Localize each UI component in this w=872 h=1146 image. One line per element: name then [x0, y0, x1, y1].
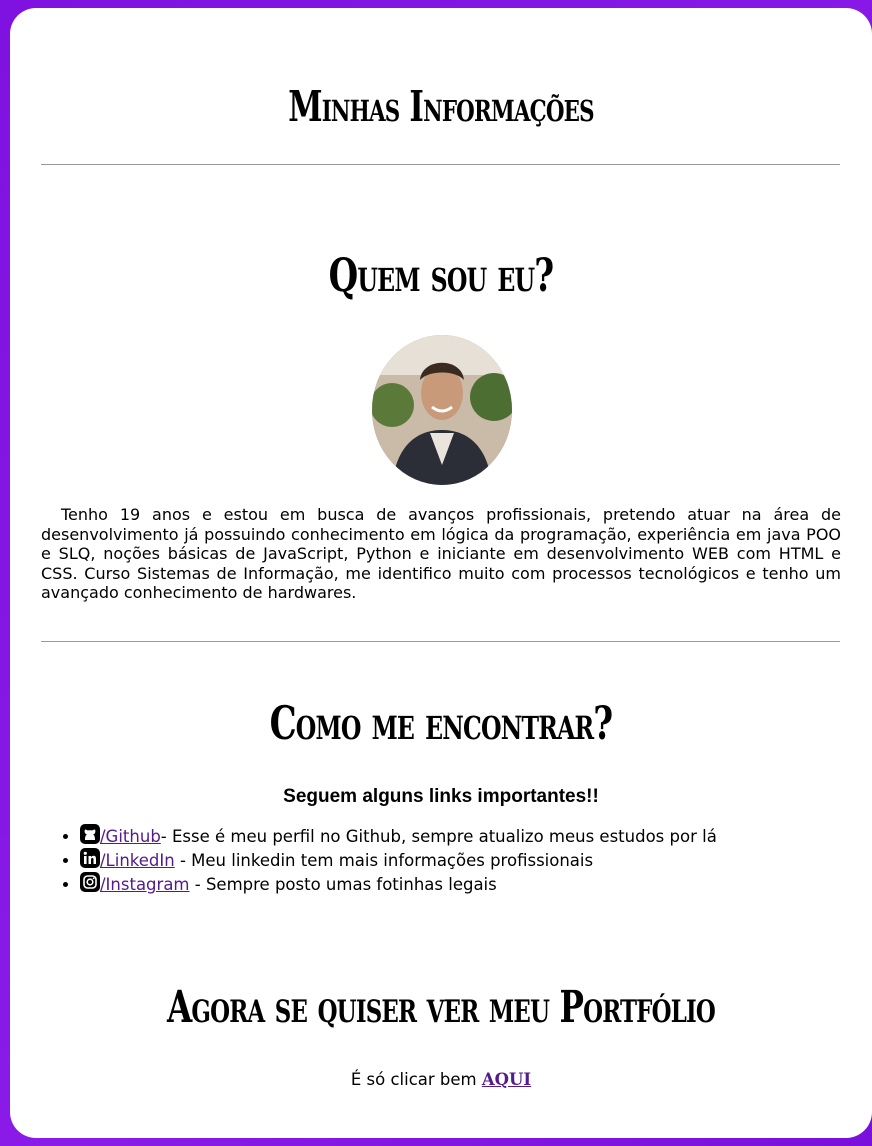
github-link[interactable]: /Github [100, 827, 161, 846]
divider [41, 164, 840, 165]
list-item: /Github- Esse é meu perfil no Github, se… [80, 824, 717, 848]
links-subtitle: Seguem alguns links importantes!! [283, 786, 599, 807]
about-heading: Quem sou eu? [328, 248, 555, 302]
page-title: Minhas Informações [288, 82, 594, 131]
portfolio-cta: É só clicar bem AQUI [10, 1070, 872, 1089]
content-card: Minhas Informações Quem sou eu? Tenho 19… [10, 8, 872, 1138]
divider [41, 641, 840, 642]
linkedin-icon [80, 848, 100, 868]
linkedin-description: - Meu linkedin tem mais informações prof… [174, 851, 594, 870]
github-icon [80, 824, 100, 844]
portfolio-heading: Agora se quiser ver meu Portfólio [167, 982, 716, 1033]
portfolio-link[interactable]: AQUI [482, 1070, 531, 1089]
github-description: - Esse é meu perfil no Github, sempre at… [160, 827, 717, 846]
linkedin-link[interactable]: /LinkedIn [100, 851, 175, 870]
list-item: /LinkedIn - Meu linkedin tem mais inform… [80, 848, 717, 872]
portfolio-cta-text: É só clicar bem [350, 1070, 482, 1089]
instagram-icon [80, 872, 100, 892]
links-list: /Github- Esse é meu perfil no Github, se… [60, 824, 717, 896]
list-item: /Instagram - Sempre posto umas fotinhas … [80, 872, 717, 896]
contact-heading: Como me encontrar? [269, 696, 614, 750]
instagram-link[interactable]: /Instagram [100, 875, 190, 894]
instagram-description: - Sempre posto umas fotinhas legais [189, 875, 497, 894]
avatar [372, 335, 512, 485]
bio-text: Tenho 19 anos e estou em busca de avanço… [41, 505, 841, 603]
